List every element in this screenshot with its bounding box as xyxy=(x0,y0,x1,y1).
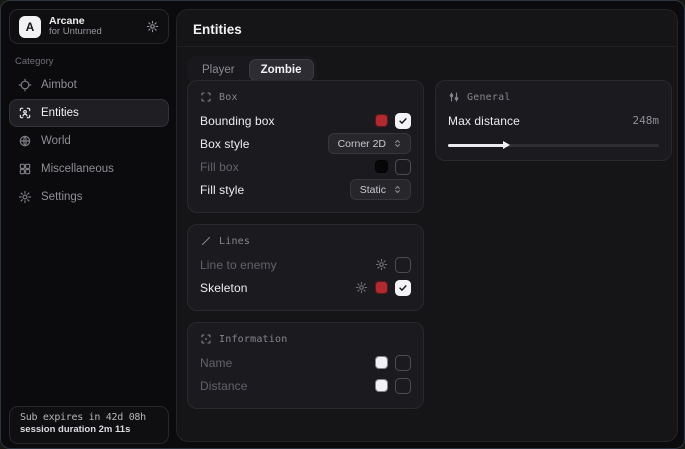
setting-row-fill-box: Fill box xyxy=(200,155,411,178)
color-swatch[interactable] xyxy=(375,114,388,127)
distance-checkbox[interactable] xyxy=(395,378,411,394)
bounding-box-checkbox[interactable] xyxy=(395,113,411,129)
scan-corners-icon xyxy=(200,91,212,103)
fill-box-checkbox[interactable] xyxy=(395,159,411,175)
setting-row-max-distance: Max distance 248m xyxy=(448,109,659,132)
box-style-dropdown[interactable]: Corner 2D xyxy=(328,133,411,154)
setting-label: Box style xyxy=(200,137,328,151)
entities-scan-icon xyxy=(18,106,32,120)
tab-player[interactable]: Player xyxy=(190,59,247,81)
color-swatch[interactable] xyxy=(375,160,388,173)
slider-fill xyxy=(448,144,505,147)
sidebar-item-label: Entities xyxy=(41,107,79,119)
setting-row-bounding-box: Bounding box xyxy=(200,109,411,132)
sidebar-item-miscellaneous[interactable]: Miscellaneous xyxy=(9,155,169,183)
setting-label: Fill box xyxy=(200,160,375,174)
sidebar-item-settings[interactable]: Settings xyxy=(9,183,169,211)
app-header-card: A Arcane for Unturned xyxy=(9,9,169,44)
gear-icon[interactable] xyxy=(146,20,159,33)
setting-label: Name xyxy=(200,356,375,370)
setting-row-box-style: Box style Corner 2D xyxy=(200,132,411,155)
fill-style-dropdown[interactable]: Static xyxy=(350,179,411,200)
tab-zombie[interactable]: Zombie xyxy=(249,59,314,81)
grid-icon xyxy=(18,162,32,176)
color-swatch[interactable] xyxy=(375,379,388,392)
information-card: Information Name Distance xyxy=(187,322,424,409)
gear-icon[interactable] xyxy=(375,258,388,271)
chevrons-up-down-icon xyxy=(392,184,403,195)
line-to-enemy-checkbox[interactable] xyxy=(395,257,411,273)
sidebar-item-label: Aimbot xyxy=(41,79,77,91)
section-title: Information xyxy=(219,334,287,345)
slider-thumb[interactable] xyxy=(503,141,510,149)
max-distance-slider[interactable] xyxy=(448,141,659,149)
app-logo: A xyxy=(19,16,41,38)
setting-row-skeleton: Skeleton xyxy=(200,276,411,299)
color-swatch[interactable] xyxy=(375,281,388,294)
sidebar-item-world[interactable]: World xyxy=(9,127,169,155)
gear-icon[interactable] xyxy=(355,281,368,294)
sliders-icon xyxy=(448,91,460,103)
diagonal-line-icon xyxy=(200,235,212,247)
section-title: General xyxy=(467,92,511,103)
setting-label: Fill style xyxy=(200,183,350,197)
max-distance-value: 248m xyxy=(633,114,660,127)
main-panel: Entities Player Zombie Box Bounding xyxy=(176,9,678,442)
sidebar-item-label: World xyxy=(41,135,71,147)
name-checkbox[interactable] xyxy=(395,355,411,371)
setting-label: Bounding box xyxy=(200,114,375,128)
sidebar-nav: Aimbot Entities World Miscellaneous xyxy=(9,71,169,211)
general-card: General Max distance 248m xyxy=(435,80,672,161)
chevrons-up-down-icon xyxy=(392,138,403,149)
info-scan-icon xyxy=(200,333,212,345)
sidebar-item-label: Miscellaneous xyxy=(41,163,114,175)
section-title: Lines xyxy=(219,236,250,247)
page-title: Entities xyxy=(193,22,661,37)
sidebar-item-label: Settings xyxy=(41,191,83,203)
subscription-card: Sub expires in 42d 08h session duration … xyxy=(9,406,169,444)
dropdown-value: Static xyxy=(360,184,386,196)
setting-label: Max distance xyxy=(448,114,633,128)
box-card: Box Bounding box Box style xyxy=(187,80,424,213)
setting-row-distance: Distance xyxy=(200,374,411,397)
setting-label: Line to enemy xyxy=(200,258,375,272)
app-subtitle: for Unturned xyxy=(49,27,138,38)
setting-row-name: Name xyxy=(200,351,411,374)
sidebar-item-aimbot[interactable]: Aimbot xyxy=(9,71,169,99)
setting-label: Distance xyxy=(200,379,375,393)
setting-label: Skeleton xyxy=(200,281,355,295)
category-label: Category xyxy=(15,56,54,67)
setting-row-line-to-enemy: Line to enemy xyxy=(200,253,411,276)
gear-icon xyxy=(18,190,32,204)
globe-icon xyxy=(18,134,32,148)
color-swatch[interactable] xyxy=(375,356,388,369)
sub-expiry-text: Sub expires in 42d 08h xyxy=(20,412,158,423)
setting-row-fill-style: Fill style Static xyxy=(200,178,411,201)
section-title: Box xyxy=(219,92,238,103)
session-duration-text: session duration 2m 11s xyxy=(20,424,158,435)
sidebar-item-entities[interactable]: Entities xyxy=(9,99,169,127)
app-window: A Arcane for Unturned Category Aimbot xyxy=(0,0,685,449)
dropdown-value: Corner 2D xyxy=(338,138,386,150)
sidebar: A Arcane for Unturned Category Aimbot xyxy=(1,1,176,448)
crosshair-icon xyxy=(18,78,32,92)
lines-card: Lines Line to enemy Skeleton xyxy=(187,224,424,311)
skeleton-checkbox[interactable] xyxy=(395,280,411,296)
page-header: Entities xyxy=(177,10,677,47)
